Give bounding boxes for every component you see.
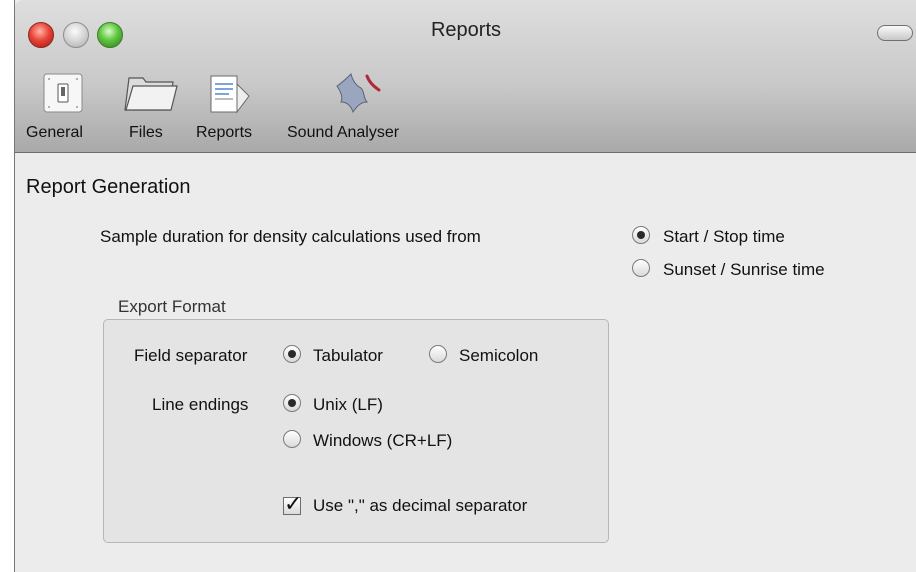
toolbar-item-sound-analyser[interactable]: Sound Analyser — [287, 72, 399, 152]
preferences-window: Reports General Files Reports Sound Anal… — [14, 0, 916, 572]
titlebar-toolbar: Reports General Files Reports Sound Anal… — [15, 0, 916, 153]
decimal-separator-checkbox[interactable]: ✓ — [283, 492, 302, 517]
radio-tabulator[interactable] — [283, 345, 301, 363]
windows-crlf-label[interactable]: Windows (CR+LF) — [313, 431, 452, 451]
report-document-icon — [210, 75, 250, 114]
decimal-separator-label[interactable]: Use "," as decimal separator — [313, 496, 527, 516]
checkmark-icon: ✓ — [284, 492, 303, 517]
line-endings-label: Line endings — [152, 395, 249, 414]
tabulator-label[interactable]: Tabulator — [313, 346, 383, 366]
radio-windows-crlf[interactable] — [283, 430, 301, 448]
export-format-title: Export Format — [118, 297, 226, 316]
bat-icon — [336, 73, 381, 114]
semicolon-label[interactable]: Semicolon — [459, 346, 538, 366]
toolbar-label-sound-analyser: Sound Analyser — [287, 124, 400, 141]
field-separator-label: Field separator — [134, 346, 248, 365]
sunset-sunrise-time-label[interactable]: Sunset / Sunrise time — [663, 260, 825, 280]
unix-lf-label[interactable]: Unix (LF) — [313, 395, 383, 415]
radio-unix-lf[interactable] — [283, 394, 301, 412]
section-title: Report Generation — [26, 176, 191, 198]
radio-semicolon[interactable] — [429, 345, 447, 363]
toolbar-toggle-button[interactable] — [877, 25, 913, 41]
toolbar-label-files: Files — [129, 124, 163, 141]
radio-sunset-sunrise-time[interactable] — [632, 259, 650, 277]
sample-duration-label: Sample duration for density calculations… — [100, 227, 481, 246]
toolbar-label-general: General — [26, 124, 83, 141]
radio-start-stop-time[interactable] — [632, 226, 650, 244]
toolbar-item-general[interactable]: General — [26, 72, 84, 152]
folder-icon — [124, 77, 178, 111]
window-title: Reports — [430, 19, 502, 41]
toolbar-item-files[interactable]: Files — [123, 72, 179, 152]
switch-icon — [43, 73, 83, 113]
toolbar-label-reports: Reports — [196, 124, 253, 141]
start-stop-time-label[interactable]: Start / Stop time — [663, 227, 785, 247]
toolbar-item-reports[interactable]: Reports — [196, 72, 255, 152]
